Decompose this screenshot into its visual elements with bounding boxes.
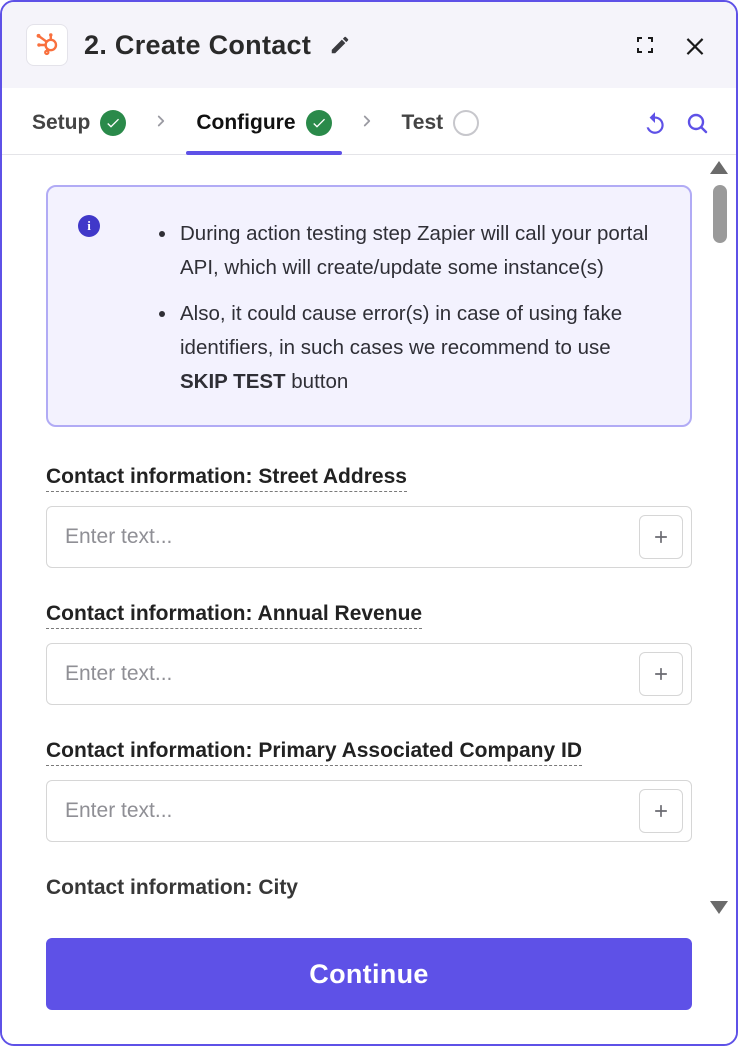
chevron-right-icon — [344, 112, 390, 145]
pencil-icon — [329, 34, 351, 56]
field-annual-revenue: Contact information: Annual Revenue — [46, 602, 692, 705]
step-test[interactable]: Test — [396, 102, 486, 154]
expand-icon — [633, 33, 657, 57]
step-configure[interactable]: Configure — [190, 102, 337, 154]
field-input-wrap — [46, 506, 692, 568]
plus-icon — [651, 801, 671, 821]
undo-button[interactable] — [640, 108, 670, 138]
close-icon — [682, 32, 708, 58]
info-icon: i — [78, 215, 100, 237]
step-setup[interactable]: Setup — [26, 102, 132, 154]
field-input[interactable] — [47, 507, 639, 567]
close-button[interactable] — [678, 28, 712, 62]
search-icon — [685, 111, 709, 135]
field-street-address: Contact information: Street Address — [46, 465, 692, 568]
expand-button[interactable] — [628, 28, 662, 62]
insert-data-button[interactable] — [639, 515, 683, 559]
step-label: Configure — [196, 111, 295, 135]
search-button[interactable] — [682, 108, 712, 138]
step-nav: Setup Configure Test — [2, 88, 736, 155]
field-input-wrap — [46, 780, 692, 842]
info-list: During action testing step Zapier will c… — [120, 213, 660, 399]
undo-icon — [642, 110, 668, 136]
field-primary-company-id: Contact information: Primary Associated … — [46, 739, 692, 842]
field-input[interactable] — [47, 781, 639, 841]
insert-data-button[interactable] — [639, 789, 683, 833]
edit-title-button[interactable] — [327, 32, 353, 58]
plus-icon — [651, 527, 671, 547]
insert-data-button[interactable] — [639, 652, 683, 696]
chevron-right-icon — [138, 112, 184, 145]
field-label: Contact information: Primary Associated … — [46, 739, 582, 766]
field-label: Contact information: Street Address — [46, 465, 407, 492]
field-city: Contact information: City — [46, 876, 692, 916]
panel-title: 2. Create Contact — [84, 30, 311, 61]
hubspot-logo-icon — [26, 24, 68, 66]
plus-icon — [651, 664, 671, 684]
field-label: Contact information: City — [46, 876, 298, 902]
field-input-wrap — [46, 643, 692, 705]
info-item: Also, it could cause error(s) in case of… — [178, 297, 660, 399]
zap-step-panel: 2. Create Contact Setup — [0, 0, 738, 1046]
check-icon — [100, 110, 126, 136]
check-icon — [306, 110, 332, 136]
panel-header: 2. Create Contact — [2, 2, 736, 88]
step-label: Setup — [32, 111, 90, 135]
form-scroll-area: i During action testing step Zapier will… — [2, 155, 736, 920]
step-label: Test — [402, 111, 444, 135]
pending-status-icon — [453, 110, 479, 136]
info-callout: i During action testing step Zapier will… — [46, 185, 692, 427]
panel-footer: Continue — [2, 920, 736, 1044]
field-input[interactable] — [47, 644, 639, 704]
info-item: During action testing step Zapier will c… — [178, 217, 660, 285]
continue-button[interactable]: Continue — [46, 938, 692, 1010]
field-label: Contact information: Annual Revenue — [46, 602, 422, 629]
